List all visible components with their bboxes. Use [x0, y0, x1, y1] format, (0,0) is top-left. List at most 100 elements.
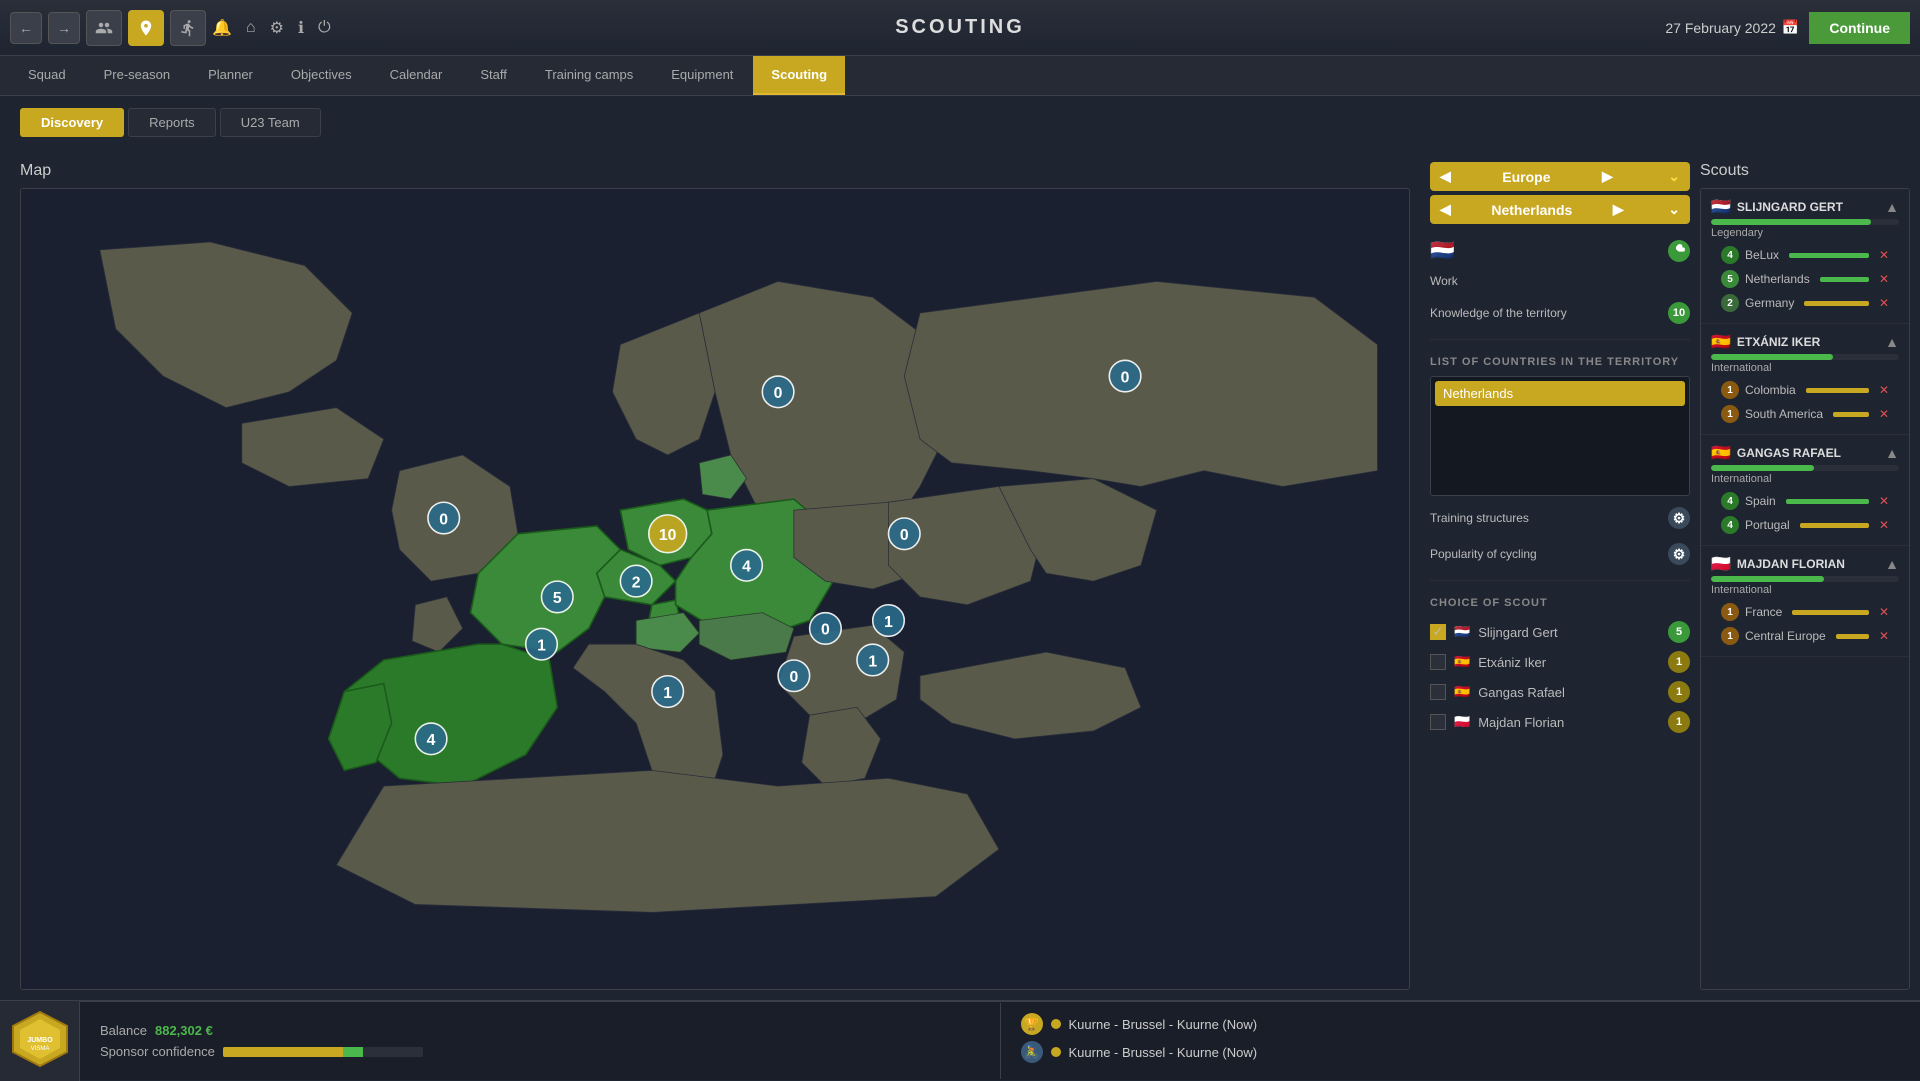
training-gear-icon: ⚙: [1668, 507, 1690, 529]
region-name-portugal: Portugal: [1745, 518, 1790, 532]
scout-choice-etxaniz: 🇪🇸 Etxániz Iker 1: [1430, 647, 1690, 677]
country-dropdown-icon[interactable]: ⌄: [1668, 201, 1680, 218]
home-icon[interactable]: ⌂: [246, 19, 256, 37]
event-1: 🏆 Kuurne - Brussel - Kuurne (Now): [1021, 1013, 1901, 1035]
country-item-netherlands[interactable]: Netherlands: [1435, 381, 1685, 406]
scout-region-germany: 2 Germany ✕: [1711, 291, 1899, 315]
territory-score: 10: [1668, 302, 1690, 324]
close-belux[interactable]: ✕: [1879, 248, 1889, 262]
svg-text:0: 0: [821, 622, 830, 639]
route-icon-2: 🚴: [1021, 1041, 1043, 1063]
countries-section-title: LIST OF COUNTRIES IN THE TERRITORY: [1430, 356, 1690, 368]
tab-equipment[interactable]: Equipment: [653, 56, 751, 95]
region-badge-portugal: 4: [1721, 516, 1739, 534]
scout-card-majdan: 🇵🇱 MAJDAN FLORIAN ▲ International 1 Fran…: [1701, 546, 1909, 657]
confidence-green-fill: [343, 1047, 363, 1057]
region-name-central-europe: Central Europe: [1745, 629, 1826, 643]
region-arrow-left[interactable]: ◀: [1440, 168, 1451, 185]
tab-planner[interactable]: Planner: [190, 56, 271, 95]
close-south-america[interactable]: ✕: [1879, 407, 1889, 421]
region-arrow-right[interactable]: ▶: [1602, 168, 1613, 185]
sub-tabs: Discovery Reports U23 Team: [0, 96, 341, 149]
trophy-icon-1: 🏆: [1021, 1013, 1043, 1035]
close-central-europe[interactable]: ✕: [1879, 629, 1889, 643]
continue-button[interactable]: Continue: [1809, 12, 1910, 44]
info-icon[interactable]: ℹ: [298, 18, 304, 38]
scouting-icon[interactable]: [128, 10, 164, 46]
subtab-discovery[interactable]: Discovery: [20, 108, 124, 137]
subtab-u23team[interactable]: U23 Team: [220, 108, 321, 137]
close-germany[interactable]: ✕: [1879, 296, 1889, 310]
balance-label: Balance: [100, 1023, 147, 1038]
map-svg: 10 2 5 4 4 0: [21, 189, 1409, 989]
back-button[interactable]: ←: [10, 12, 42, 44]
region-name-spain: Spain: [1745, 494, 1776, 508]
work-row: Work: [1430, 271, 1690, 291]
tab-calendar[interactable]: Calendar: [372, 56, 461, 95]
main-content: Map: [0, 96, 1920, 1000]
country-arrow-left[interactable]: ◀: [1440, 201, 1451, 218]
power-icon[interactable]: ⏻: [318, 19, 331, 37]
scout-card-etxaniz: 🇪🇸 ETXÁNIZ IKER ▲ International 1 Colomb…: [1701, 324, 1909, 435]
svg-text:1: 1: [537, 638, 546, 655]
scout-score-slijngard: 5: [1668, 621, 1690, 643]
scout-checkbox-gangas[interactable]: [1430, 684, 1446, 700]
country-selector-netherlands[interactable]: ◀ Netherlands ▶ ⌄: [1430, 195, 1690, 224]
tab-objectives[interactable]: Objectives: [273, 56, 370, 95]
date-display: 27 February 2022 📅: [1665, 19, 1799, 36]
region-badge-colombia: 1: [1721, 381, 1739, 399]
close-netherlands[interactable]: ✕: [1879, 272, 1889, 286]
training-row: Training structures ⚙: [1430, 504, 1690, 532]
subtab-reports[interactable]: Reports: [128, 108, 216, 137]
scout-es-flag-etxaniz: 🇪🇸: [1711, 332, 1731, 352]
tab-training-camps[interactable]: Training camps: [527, 56, 651, 95]
close-france[interactable]: ✕: [1879, 605, 1889, 619]
scout-score-etxaniz: 1: [1668, 651, 1690, 673]
svg-text:0: 0: [789, 669, 798, 686]
training-label: Training structures: [1430, 511, 1529, 525]
cycle-icon[interactable]: [170, 10, 206, 46]
region-badge-germany: 2: [1721, 294, 1739, 312]
event-text-2: Kuurne - Brussel - Kuurne (Now): [1069, 1045, 1258, 1060]
squad-icon[interactable]: [86, 10, 122, 46]
tab-preseason[interactable]: Pre-season: [86, 56, 188, 95]
region-badge-belux: 4: [1721, 246, 1739, 264]
close-colombia[interactable]: ✕: [1879, 383, 1889, 397]
close-portugal[interactable]: ✕: [1879, 518, 1889, 532]
region-selector-europe[interactable]: ◀ Europe ▶ ⌄: [1430, 162, 1690, 191]
scout-checkbox-slijngard[interactable]: ✓: [1430, 624, 1446, 640]
bell-icon[interactable]: 🔔: [212, 18, 232, 38]
scout-expand-gangas[interactable]: ▲: [1885, 445, 1899, 461]
tab-staff[interactable]: Staff: [462, 56, 525, 95]
date-text: 27 February 2022: [1665, 20, 1776, 36]
scout-checkbox-etxaniz[interactable]: [1430, 654, 1446, 670]
region-badge-spain: 4: [1721, 492, 1739, 510]
scout-name-display-etxaniz: ETXÁNIZ IKER: [1737, 335, 1820, 349]
popularity-label: Popularity of cycling: [1430, 547, 1537, 561]
scout-expand-majdan[interactable]: ▲: [1885, 556, 1899, 572]
tab-squad[interactable]: Squad: [10, 56, 84, 95]
page-title: SCOUTING: [895, 16, 1025, 39]
country-arrow-right[interactable]: ▶: [1613, 201, 1624, 218]
settings-icon[interactable]: ⚙: [270, 18, 284, 38]
scout-checkbox-majdan[interactable]: [1430, 714, 1446, 730]
svg-text:0: 0: [774, 385, 783, 402]
scout-nl-flag: 🇳🇱: [1711, 197, 1731, 217]
svg-text:0: 0: [1121, 369, 1130, 386]
top-icons: 🔔 ⌂ ⚙ ℹ ⏻: [212, 18, 331, 38]
scout-name-display-slijngard: SLIJNGARD GERT: [1737, 200, 1843, 214]
scout-es-flag-gangas: 🇪🇸: [1711, 443, 1731, 463]
scouts-choice-list: ✓ 🇳🇱 Slijngard Gert 5 🇪🇸 Etxániz Iker 1 …: [1430, 617, 1690, 737]
close-spain[interactable]: ✕: [1879, 494, 1889, 508]
scouts-panel: Scouts 🇳🇱 SLIJNGARD GERT ▲ Legendary 4: [1700, 152, 1920, 1000]
map-container[interactable]: 10 2 5 4 4 0: [20, 188, 1410, 990]
scout-expand-etxaniz[interactable]: ▲: [1885, 334, 1899, 350]
calendar-icon[interactable]: 📅: [1782, 19, 1799, 36]
popularity-gear-icon: ⚙: [1668, 543, 1690, 565]
scout-name-display-majdan: MAJDAN FLORIAN: [1737, 557, 1845, 571]
region-dropdown-icon[interactable]: ⌄: [1668, 168, 1680, 185]
scout-expand-slijngard[interactable]: ▲: [1885, 199, 1899, 215]
forward-button[interactable]: →: [48, 12, 80, 44]
territory-label: Knowledge of the territory: [1430, 306, 1567, 320]
tab-scouting[interactable]: Scouting: [753, 56, 845, 95]
